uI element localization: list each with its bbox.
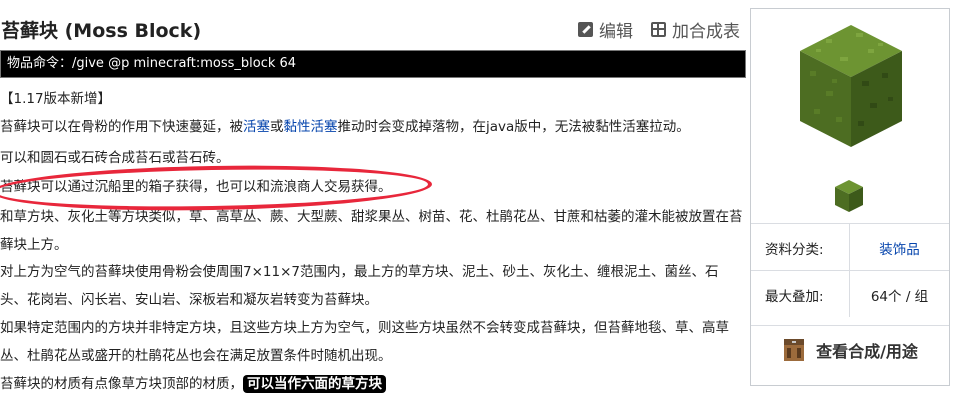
edit-button[interactable]: 编辑 <box>578 17 633 42</box>
para1-text-after: 推动时会变成掉落物，在java版中，无法被黏性活塞拉动。 <box>337 119 690 135</box>
view-recipe-label: 查看合成/用途 <box>816 341 918 361</box>
infobox: 资料分类: 装饰品 最大叠加: 64个 / 组 查看合成/用途 <box>750 8 950 386</box>
item-command-bar: 物品命令：/give @p minecraft:moss_block 64 <box>0 50 746 78</box>
paragraph-4: 和草方块、灰化土等方块类似，草、高草丛、蕨、大型蕨、甜浆果丛、树苗、花、杜鹃花丛… <box>0 209 743 253</box>
paragraph-6: 如果特定范围内的方块并非特定方块，且这些方块上方为空气，则这些方块虽然不会转变成… <box>0 320 729 364</box>
stack-label: 最大叠加: <box>765 289 824 305</box>
para1-text-mid: 或 <box>270 119 284 135</box>
highlight-text: 可以当作六面的草方块 <box>243 375 386 393</box>
main-content: 苔藓块 (Moss Block) 编辑 加合成表 物品命令：/give @p m… <box>0 0 746 410</box>
paragraph-7: 苔藓块的材质有点像草方块顶部的材质， 可以当作六面的草方块 <box>0 373 745 395</box>
category-label: 资料分类: <box>765 242 824 258</box>
edit-icon <box>578 22 593 37</box>
edit-label: 编辑 <box>599 22 633 42</box>
add-recipe-table-label: 加合成表 <box>672 22 740 42</box>
info-row-stack: 最大叠加: 64个 / 组 <box>751 270 949 317</box>
moss-block-small-icon <box>835 180 863 212</box>
title-row: 苔藓块 (Moss Block) 编辑 加合成表 <box>0 14 746 44</box>
category-link[interactable]: 装饰品 <box>850 238 949 258</box>
moss-block-icon <box>800 25 902 147</box>
info-row-category: 资料分类: 装饰品 <box>751 223 949 270</box>
sticky-piston-link[interactable]: 黏性活塞 <box>284 119 338 135</box>
page-title: 苔藓块 (Moss Block) <box>1 20 202 42</box>
view-recipe-button[interactable]: 查看合成/用途 <box>751 325 949 373</box>
table-icon <box>651 22 666 37</box>
piston-link[interactable]: 活塞 <box>243 119 270 135</box>
version-note: 【1.17版本新增】 <box>0 91 112 107</box>
paragraph-5: 对上方为空气的苔藓块使用骨粉会使周围7×11×7范围内，最上方的草方块、泥土、砂… <box>0 264 719 308</box>
paragraph-1: 苔藓块可以在骨粉的作用下快速蔓延，被活塞或黏性活塞推动时会变成掉落物，在java… <box>0 116 745 138</box>
crafting-table-icon <box>784 338 805 361</box>
paragraph-2: 可以和圆石或石砖合成苔石或苔石砖。 <box>0 150 230 166</box>
paragraph-3: 苔藓块可以通过沉船里的箱子获得，也可以和流浪商人交易获得。 <box>0 179 392 195</box>
add-recipe-table-button[interactable]: 加合成表 <box>651 17 740 42</box>
para1-text-before: 苔藓块可以在骨粉的作用下快速蔓延，被 <box>0 119 243 135</box>
para7-text: 苔藓块的材质有点像草方块顶部的材质， <box>0 376 243 392</box>
stack-value: 64个 / 组 <box>870 289 929 305</box>
title-actions: 编辑 加合成表 <box>578 17 740 42</box>
